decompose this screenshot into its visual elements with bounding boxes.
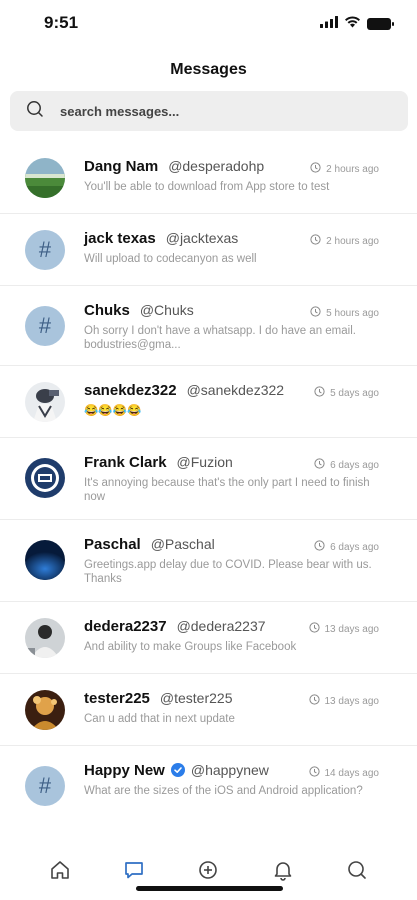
sender-handle: @Chuks bbox=[139, 302, 194, 318]
sender-handle: @Paschal bbox=[150, 536, 215, 552]
signal-icon bbox=[320, 15, 338, 33]
notifications-icon[interactable] bbox=[272, 859, 294, 881]
avatar bbox=[25, 382, 65, 422]
message-time: 2 hours ago bbox=[310, 234, 379, 248]
clock-icon bbox=[310, 306, 321, 320]
sender-handle: @happynew bbox=[190, 762, 269, 778]
avatar bbox=[25, 690, 65, 730]
message-row[interactable]: Paschal @Paschal 6 days ago Greetings.app… bbox=[0, 520, 417, 602]
message-list: Dang Nam @desperadohp 2 hours ago You'll … bbox=[0, 142, 417, 826]
hash-icon: # bbox=[38, 313, 52, 338]
message-row[interactable]: dedera2237 @dedera2237 13 days ago And ab… bbox=[0, 602, 417, 674]
message-time: 13 days ago bbox=[308, 694, 380, 708]
sender-name: Dang Nam bbox=[84, 158, 159, 175]
message-preview: Can u add that in next update bbox=[84, 713, 235, 725]
sender-name: jack texas bbox=[84, 230, 156, 247]
status-icons bbox=[320, 15, 394, 33]
search-input[interactable] bbox=[58, 102, 362, 120]
status-time: 9:51 bbox=[44, 13, 79, 32]
search-icon bbox=[26, 100, 44, 123]
avatar bbox=[25, 158, 65, 198]
sender-name: Happy New bbox=[84, 762, 165, 779]
time-text: 2 hours ago bbox=[326, 235, 379, 247]
clock-icon bbox=[310, 234, 321, 248]
verified-badge-icon bbox=[170, 763, 185, 781]
avatar: # bbox=[25, 306, 65, 346]
clock-icon bbox=[310, 162, 321, 176]
message-preview: Oh sorry I don't have a whatsapp. I do h… bbox=[84, 325, 356, 351]
sender-name: dedera2237 bbox=[84, 618, 167, 635]
message-row[interactable]: Frank Clark @Fuzion 6 days ago It's annoy… bbox=[0, 438, 417, 520]
message-time: 6 days ago bbox=[314, 540, 379, 554]
sender-name: Paschal bbox=[84, 536, 141, 553]
time-text: 5 days ago bbox=[330, 387, 379, 399]
message-row[interactable]: # Happy New @happynew 14 days ago What ar… bbox=[0, 746, 417, 826]
time-text: 5 hours ago bbox=[326, 307, 379, 319]
time-text: 13 days ago bbox=[324, 623, 380, 635]
messages-icon[interactable] bbox=[123, 859, 145, 881]
clock-icon bbox=[308, 694, 320, 708]
status-bar: 9:51 bbox=[0, 0, 417, 48]
message-row[interactable]: tester225 @tester225 13 days ago Can u ad… bbox=[0, 674, 417, 746]
avatar bbox=[25, 618, 65, 658]
sender-handle: @Fuzion bbox=[176, 454, 233, 470]
home-icon[interactable] bbox=[49, 859, 71, 881]
message-time: 2 hours ago bbox=[310, 162, 379, 176]
sender-handle: @sanekdez322 bbox=[186, 382, 285, 398]
time-text: 2 hours ago bbox=[326, 163, 379, 175]
hash-icon: # bbox=[38, 773, 52, 798]
page-title: Messages bbox=[170, 61, 247, 78]
message-time: 14 days ago bbox=[308, 766, 380, 780]
home-indicator bbox=[136, 886, 283, 891]
sender-handle: @jacktexas bbox=[165, 230, 239, 246]
search-nav-icon[interactable] bbox=[346, 859, 368, 881]
message-preview: What are the sizes of the iOS and Androi… bbox=[84, 785, 363, 797]
clock-icon bbox=[314, 386, 325, 400]
message-time: 13 days ago bbox=[308, 622, 380, 636]
avatar bbox=[25, 458, 65, 498]
message-row[interactable]: sanekdez322 @sanekdez322 5 days ago 😂😂😂😂 bbox=[0, 366, 417, 438]
message-preview: 😂😂😂😂 bbox=[84, 405, 142, 417]
bottom-nav bbox=[0, 840, 417, 900]
message-row[interactable]: # Chuks @Chuks 5 hours ago Oh sorry I don… bbox=[0, 286, 417, 366]
sender-name: tester225 bbox=[84, 690, 150, 707]
avatar: # bbox=[25, 766, 65, 806]
clock-icon bbox=[308, 622, 320, 636]
sender-name: sanekdez322 bbox=[84, 382, 177, 399]
message-preview: And ability to make Groups like Facebook bbox=[84, 641, 297, 653]
wifi-icon bbox=[344, 15, 361, 33]
avatar: # bbox=[25, 230, 65, 270]
message-preview: Greetings.app delay due to COVID. Please… bbox=[84, 559, 372, 585]
sender-name: Frank Clark bbox=[84, 454, 167, 471]
clock-icon bbox=[314, 540, 325, 554]
time-text: 13 days ago bbox=[324, 695, 380, 707]
add-icon[interactable] bbox=[197, 859, 219, 881]
sender-name: Chuks bbox=[84, 302, 130, 319]
avatar bbox=[25, 540, 65, 580]
search-bar[interactable] bbox=[10, 91, 408, 131]
hash-icon: # bbox=[38, 237, 52, 262]
sender-handle: @desperadohp bbox=[168, 158, 265, 174]
message-time: 5 hours ago bbox=[310, 306, 379, 320]
clock-icon bbox=[314, 458, 325, 472]
message-preview: Will upload to codecanyon as well bbox=[84, 253, 257, 265]
message-preview: You'll be able to download from App stor… bbox=[84, 181, 330, 193]
message-preview: It's annoying because that's the only pa… bbox=[84, 477, 370, 503]
message-row[interactable]: Dang Nam @desperadohp 2 hours ago You'll … bbox=[0, 142, 417, 214]
sender-handle: @dedera2237 bbox=[176, 618, 266, 634]
sender-handle: @tester225 bbox=[159, 690, 233, 706]
time-text: 14 days ago bbox=[324, 767, 380, 779]
time-text: 6 days ago bbox=[330, 459, 379, 471]
message-time: 5 days ago bbox=[314, 386, 379, 400]
clock-icon bbox=[308, 766, 320, 780]
message-time: 6 days ago bbox=[314, 458, 379, 472]
battery-icon bbox=[367, 18, 394, 30]
message-row[interactable]: # jack texas @jacktexas 2 hours ago Will … bbox=[0, 214, 417, 286]
time-text: 6 days ago bbox=[330, 541, 379, 553]
